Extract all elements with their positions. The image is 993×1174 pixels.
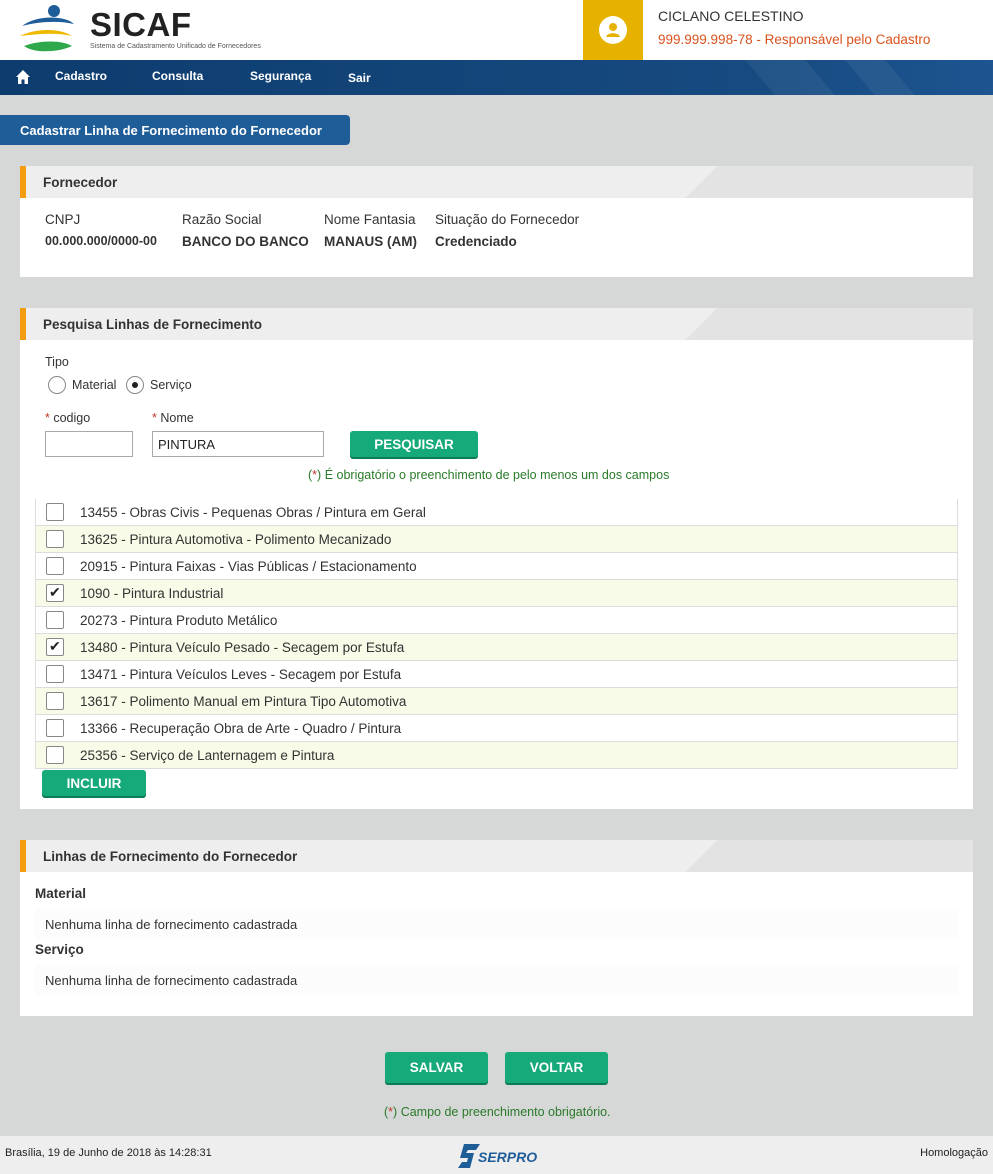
codigo-required-mark: * [45, 411, 50, 425]
situacao-label: Situação do Fornecedor [435, 212, 580, 227]
result-checkbox[interactable] [46, 665, 64, 683]
result-checkbox[interactable] [46, 719, 64, 737]
list-item[interactable]: 13625 - Pintura Automotiva - Polimento M… [36, 526, 957, 553]
list-item[interactable]: 13455 - Obras Civis - Pequenas Obras / P… [36, 499, 957, 526]
user-name: CICLANO CELESTINO [658, 8, 804, 24]
result-label: 1090 - Pintura Industrial [80, 586, 224, 601]
result-checkbox[interactable] [46, 692, 64, 710]
nav-seguranca[interactable]: Segurança [250, 69, 311, 83]
linhas-panel-title: Linhas de Fornecimento do Fornecedor [43, 849, 298, 864]
codigo-label: * codigo [45, 411, 90, 425]
result-checkbox[interactable] [46, 503, 64, 521]
result-checkbox[interactable] [46, 557, 64, 575]
required-field-note: (*) Campo de preenchimento obrigatório. [384, 1105, 611, 1119]
nav-consulta[interactable]: Consulta [152, 69, 203, 83]
list-item[interactable]: 13471 - Pintura Veículos Leves - Secagem… [36, 661, 957, 688]
codigo-label-text: codigo [53, 411, 91, 425]
footer-required-mark: * [388, 1105, 394, 1119]
nome-input[interactable] [152, 431, 324, 457]
user-role: 999.999.998-78 - Responsável pelo Cadast… [658, 32, 931, 47]
list-item[interactable]: 13366 - Recuperação Obra de Arte - Quadr… [36, 715, 957, 742]
servico-empty-row: Nenhuma linha de fornecimento cadastrada [35, 965, 958, 995]
cnpj-label: CNPJ [45, 212, 81, 227]
linhas-panel: Linhas de Fornecimento do Fornecedor Mat… [20, 840, 973, 1016]
user-icon [599, 16, 627, 44]
radio-material-label[interactable]: Material [72, 378, 116, 392]
search-required-note: (*) É obrigatório o preenchimento de pel… [308, 468, 670, 482]
pesquisa-panel-title: Pesquisa Linhas de Fornecimento [43, 317, 263, 332]
pesquisa-panel: Pesquisa Linhas de Fornecimento Tipo Mat… [20, 308, 973, 809]
list-item[interactable]: 13617 - Polimento Manual em Pintura Tipo… [36, 688, 957, 715]
pesquisar-button[interactable]: PESQUISAR [350, 431, 478, 457]
nome-required-mark: * [152, 411, 157, 425]
footer-environment: Homologação [920, 1147, 988, 1159]
home-icon[interactable] [15, 69, 31, 85]
result-checkbox[interactable] [46, 746, 64, 764]
material-empty-text: Nenhuma linha de fornecimento cadastrada [45, 917, 298, 932]
footer: Brasília, 19 de Junho de 2018 às 14:28:3… [0, 1136, 993, 1174]
result-label: 13617 - Polimento Manual em Pintura Tipo… [80, 694, 407, 709]
result-label: 13455 - Obras Civis - Pequenas Obras / P… [80, 505, 426, 520]
result-label: 20915 - Pintura Faixas - Vias Públicas /… [80, 559, 417, 574]
material-section-label: Material [35, 886, 87, 901]
sicaf-logo[interactable]: SICAF Sistema de Cadastramento Unificado… [18, 4, 278, 56]
list-item[interactable]: 13480 - Pintura Veículo Pesado - Secagem… [36, 634, 957, 661]
main-navbar: Cadastro Consulta Segurança Sair [0, 60, 993, 95]
list-item[interactable]: 1090 - Pintura Industrial [36, 580, 957, 607]
servico-section-label: Serviço [35, 942, 84, 957]
situacao-value: Credenciado [435, 234, 517, 249]
result-label: 13366 - Recuperação Obra de Arte - Quadr… [80, 721, 402, 736]
nav-cadastro[interactable]: Cadastro [55, 69, 107, 83]
footer-datetime: Brasília, 19 de Junho de 2018 às 14:28:3… [5, 1147, 212, 1159]
fornecedor-panel: Fornecedor CNPJ 00.000.000/0000-00 Razão… [20, 166, 973, 277]
fornecedor-panel-header: Fornecedor [20, 166, 973, 198]
incluir-button[interactable]: INCLUIR [42, 770, 146, 796]
note-required-mark: * [312, 468, 318, 482]
user-avatar[interactable] [583, 0, 643, 60]
codigo-input[interactable] [45, 431, 133, 457]
result-label: 13625 - Pintura Automotiva - Polimento M… [80, 532, 392, 547]
radio-servico[interactable] [126, 376, 144, 394]
result-checkbox[interactable] [46, 638, 64, 656]
serpro-logo: SERPRO [458, 1142, 548, 1170]
radio-servico-label[interactable]: Serviço [150, 378, 192, 392]
razao-social-value: BANCO DO BANCO [182, 234, 309, 249]
nome-label: * Nome [152, 411, 194, 425]
required-field-note-text: Campo de preenchimento obrigatório. [400, 1105, 611, 1119]
result-label: 13471 - Pintura Veículos Leves - Secagem… [80, 667, 402, 682]
nome-fantasia-label: Nome Fantasia [324, 212, 416, 227]
page-title: Cadastrar Linha de Fornecimento do Forne… [0, 115, 350, 145]
top-header: SICAF Sistema de Cadastramento Unificado… [0, 0, 993, 60]
nome-fantasia-value: MANAUS (AM) [324, 234, 417, 249]
voltar-button[interactable]: VOLTAR [505, 1052, 608, 1083]
list-item[interactable]: 25356 - Serviço de Lanternagem e Pintura [36, 742, 957, 769]
result-checkbox[interactable] [46, 584, 64, 602]
search-required-note-text: É obrigatório o preenchimento de pelo me… [324, 468, 670, 482]
servico-empty-text: Nenhuma linha de fornecimento cadastrada [45, 973, 298, 988]
result-checkbox[interactable] [46, 530, 64, 548]
sicaf-logo-icon [20, 5, 74, 52]
cnpj-value: 00.000.000/0000-00 [45, 234, 157, 248]
radio-material[interactable] [48, 376, 66, 394]
fornecedor-panel-title: Fornecedor [43, 175, 118, 190]
nome-label-text: Nome [160, 411, 194, 425]
pesquisa-panel-header: Pesquisa Linhas de Fornecimento [20, 308, 973, 340]
serpro-logo-icon [458, 1144, 480, 1168]
logo-subtitle: Sistema de Cadastramento Unificado de Fo… [90, 43, 261, 50]
result-label: 20273 - Pintura Produto Metálico [80, 613, 278, 628]
salvar-button[interactable]: SALVAR [385, 1052, 488, 1083]
result-label: 13480 - Pintura Veículo Pesado - Secagem… [80, 640, 405, 655]
list-item[interactable]: 20273 - Pintura Produto Metálico [36, 607, 957, 634]
tipo-label: Tipo [45, 355, 69, 369]
logo-title: SICAF [90, 6, 192, 43]
serpro-logo-text: SERPRO [478, 1149, 538, 1165]
nav-sair[interactable]: Sair [348, 71, 371, 85]
result-label: 25356 - Serviço de Lanternagem e Pintura [80, 748, 335, 763]
razao-social-label: Razão Social [182, 212, 262, 227]
linhas-panel-header: Linhas de Fornecimento do Fornecedor [20, 840, 973, 872]
results-list: 13455 - Obras Civis - Pequenas Obras / P… [35, 499, 958, 769]
result-checkbox[interactable] [46, 611, 64, 629]
list-item[interactable]: 20915 - Pintura Faixas - Vias Públicas /… [36, 553, 957, 580]
material-empty-row: Nenhuma linha de fornecimento cadastrada [35, 909, 958, 939]
